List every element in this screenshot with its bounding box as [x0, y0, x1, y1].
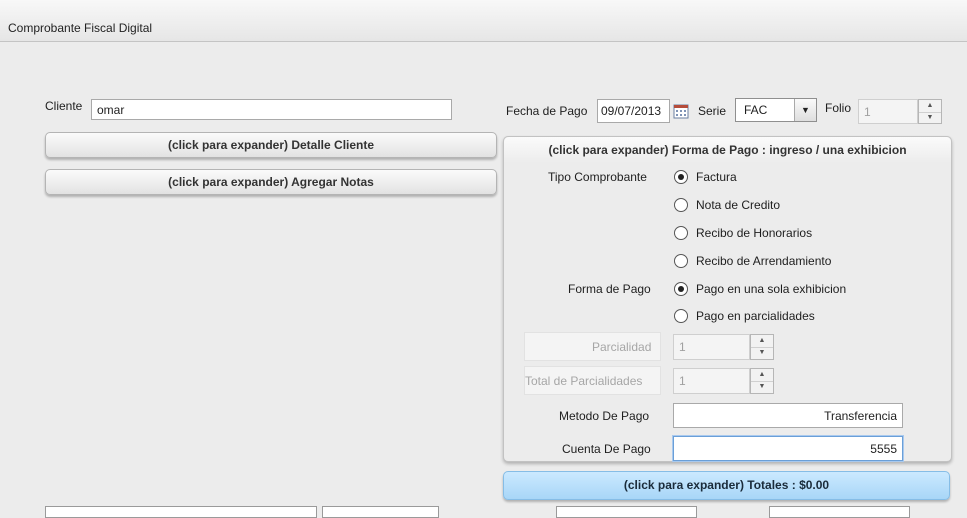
totales-button[interactable]: (click para expander) Totales : $0.00 [503, 471, 950, 500]
folio-spinner[interactable]: ▲ ▼ [918, 99, 942, 124]
radio-circle[interactable] [674, 198, 688, 212]
radio-circle[interactable] [674, 170, 688, 184]
total-parcialidades-spinner[interactable]: ▲ ▼ [750, 368, 774, 394]
detalle-cliente-button[interactable]: (click para expander) Detalle Cliente [45, 132, 497, 158]
bottom-field-2[interactable] [322, 506, 439, 518]
radio-selected-dot [678, 286, 684, 292]
forma-pago-label: Forma de Pago [568, 282, 651, 296]
parcialidad-label: Parcialidad [592, 340, 652, 354]
bottom-field-3[interactable] [556, 506, 697, 518]
spinner-down-icon[interactable]: ▼ [751, 347, 773, 359]
radio-pago-una-exhibicion-label: Pago en una sola exhibicion [696, 282, 847, 296]
cliente-label: Cliente [45, 99, 83, 113]
serie-select[interactable]: FAC ▼ [735, 98, 817, 122]
fecha-pago-input[interactable] [597, 99, 670, 123]
serie-value: FAC [744, 103, 768, 117]
window-title: Comprobante Fiscal Digital [8, 21, 153, 35]
parcialidad-spinner[interactable]: ▲ ▼ [750, 334, 774, 360]
forma-pago-header[interactable]: (click para expander) Forma de Pago : in… [504, 137, 951, 163]
window-title-bar: Comprobante Fiscal Digital [0, 0, 967, 42]
radio-selected-dot [678, 174, 684, 180]
radio-recibo-honorarios-label: Recibo de Honorarios [696, 226, 813, 240]
folio-label: Folio [825, 101, 852, 115]
radio-circle[interactable] [674, 282, 688, 296]
chevron-down-icon[interactable]: ▼ [794, 99, 816, 121]
parcialidad-input[interactable] [673, 334, 750, 360]
agregar-notas-button[interactable]: (click para expander) Agregar Notas [45, 169, 497, 195]
serie-label: Serie [698, 104, 727, 118]
radio-factura-label: Factura [696, 170, 737, 184]
metodo-pago-label: Metodo De Pago [559, 409, 650, 423]
radio-nota-credito-label: Nota de Credito [696, 198, 781, 212]
bottom-field-4[interactable] [769, 506, 910, 518]
radio-circle[interactable] [674, 226, 688, 240]
radio-circle[interactable] [674, 254, 688, 268]
cliente-input[interactable] [91, 99, 452, 120]
cuenta-pago-label: Cuenta De Pago [562, 442, 651, 456]
radio-circle[interactable] [674, 309, 688, 323]
tipo-comprobante-label: Tipo Comprobante [548, 170, 647, 184]
metodo-pago-input[interactable] [673, 403, 903, 428]
bottom-field-1[interactable] [45, 506, 317, 518]
spinner-down-icon[interactable]: ▼ [751, 381, 773, 393]
fecha-pago-label: Fecha de Pago [506, 104, 588, 118]
cuenta-pago-input[interactable] [673, 436, 903, 461]
folio-input[interactable] [858, 99, 918, 124]
radio-pago-parcialidades-label: Pago en parcialidades [696, 309, 815, 323]
spinner-down-icon[interactable]: ▼ [919, 112, 941, 124]
radio-recibo-arrendamiento-label: Recibo de Arrendamiento [696, 254, 832, 268]
calendar-icon[interactable] [673, 103, 689, 119]
total-parcialidades-label: Total de Parcialidades [525, 374, 643, 388]
total-parcialidades-input[interactable] [673, 368, 750, 394]
